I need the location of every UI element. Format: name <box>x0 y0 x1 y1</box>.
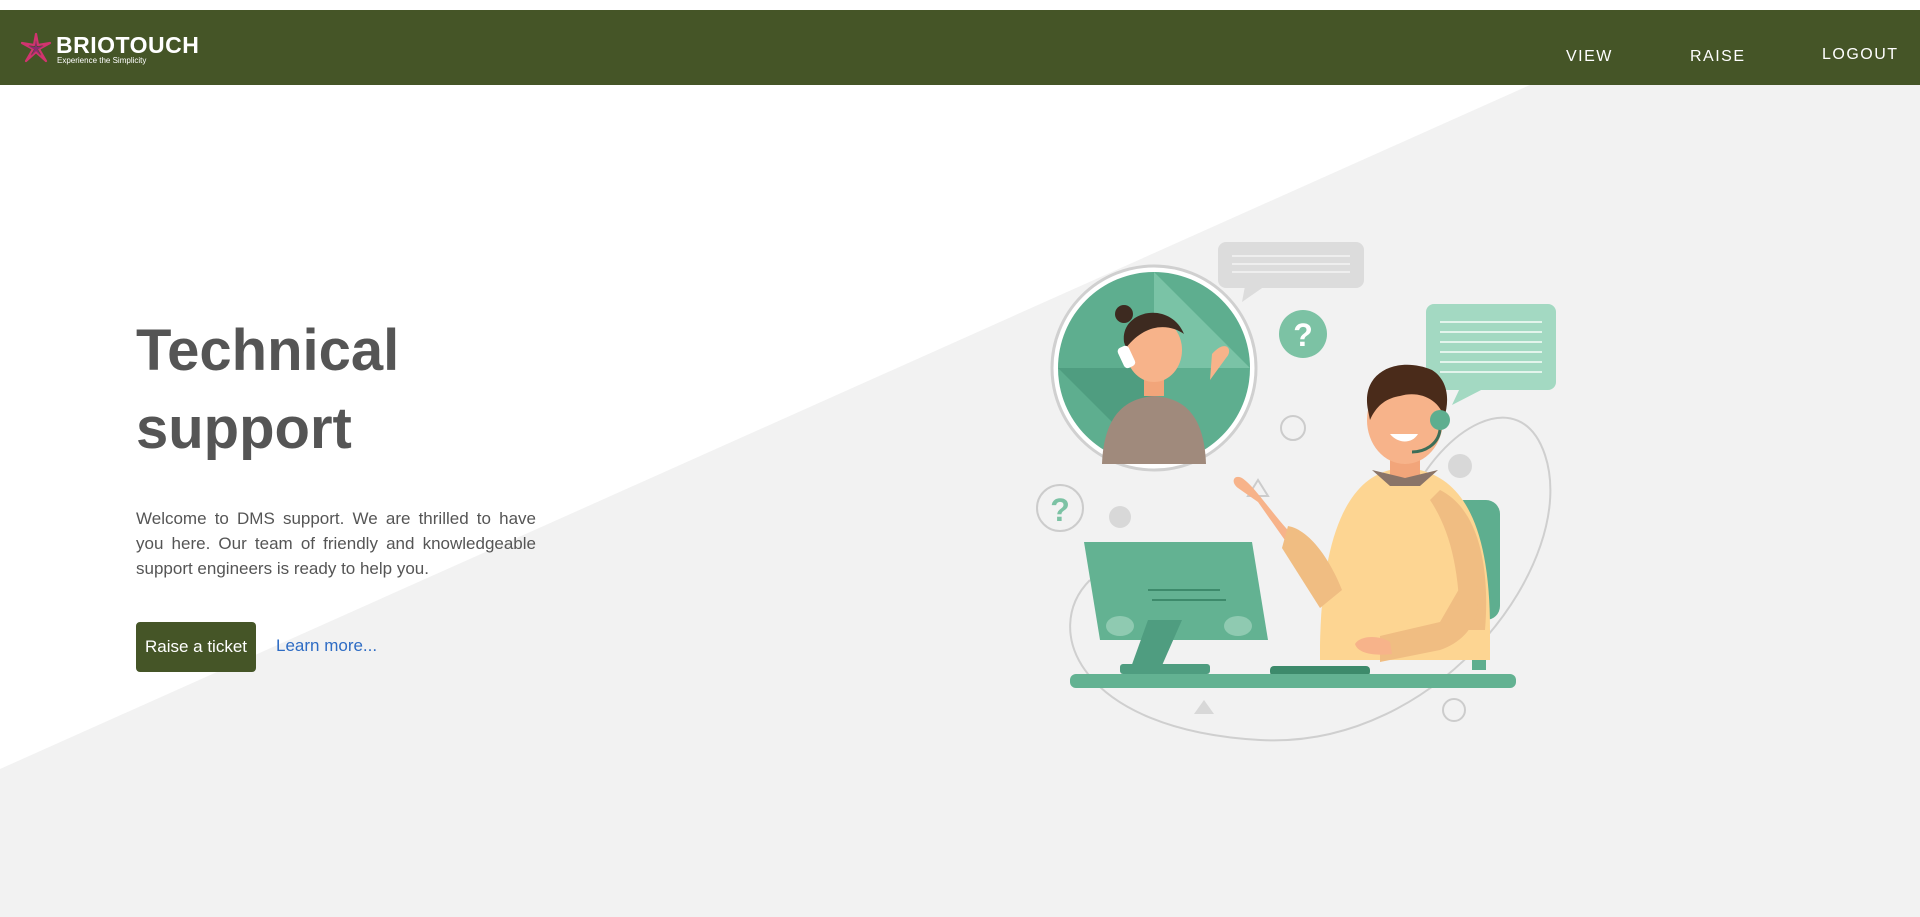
brand-name: BRIOTOUCH <box>56 32 200 58</box>
nav-raise-link[interactable]: RAISE <box>1690 48 1746 66</box>
title-line-2: support <box>136 396 352 461</box>
title-line-1: Technical <box>136 318 400 383</box>
question-mark-text: ? <box>1293 317 1313 353</box>
navbar: BRIOTOUCH Experience the Simplicity VIEW… <box>0 10 1920 85</box>
nav-logout-link[interactable]: LOGOUT <box>1822 46 1899 64</box>
brand-tagline: Experience the Simplicity <box>57 56 147 65</box>
diagonal-background <box>0 85 1920 917</box>
support-illustration: ? ? <box>1036 242 1556 742</box>
question-outline-icon: ? <box>1036 484 1084 532</box>
nav-view-link[interactable]: VIEW <box>1566 48 1613 66</box>
top-strip <box>0 0 1920 10</box>
ring-decoration-icon-2 <box>1442 698 1466 722</box>
speech-bubble-gray-icon <box>1218 242 1364 302</box>
dot-decoration-icon <box>1109 506 1131 528</box>
welcome-text: Welcome to DMS support. We are thrilled … <box>136 509 536 578</box>
ring-decoration-icon <box>1280 415 1306 441</box>
starfish-logo-icon <box>20 32 52 63</box>
support-agent-icon <box>1233 364 1500 670</box>
raise-ticket-button[interactable]: Raise a ticket <box>136 622 256 672</box>
page-title: Technical support <box>136 312 636 468</box>
triangle-decoration-icon-2 <box>1194 700 1214 714</box>
customer-avatar-icon <box>1050 264 1258 472</box>
question-bubble-icon: ? <box>1279 310 1327 358</box>
dot-decoration-icon-2 <box>1448 454 1472 478</box>
question-mark-outline-text: ? <box>1050 492 1070 528</box>
learn-more-link[interactable]: Learn more... <box>276 636 377 656</box>
